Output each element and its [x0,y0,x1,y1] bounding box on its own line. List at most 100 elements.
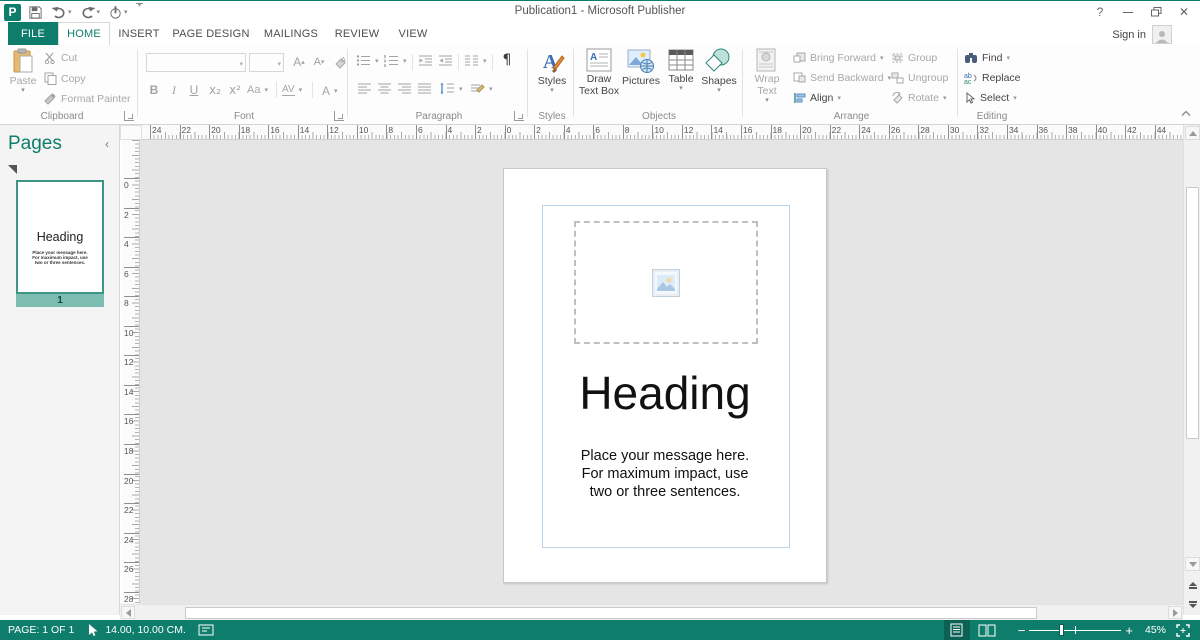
collapse-ribbon-button[interactable] [1181,108,1191,120]
next-page-button[interactable] [1185,596,1200,613]
page-thumbnail[interactable]: Heading Place your message here. For max… [16,180,104,294]
bullets-button[interactable]: ▾ [356,54,379,67]
cut-button[interactable]: Cut [44,52,77,64]
replace-button[interactable]: abac Replace [964,72,1021,84]
increase-indent-button[interactable] [436,53,454,69]
sign-in-button[interactable]: Sign in [1112,25,1172,44]
italic-button[interactable]: I [166,81,182,99]
special-characters-button[interactable]: ¶ [498,51,516,69]
horizontal-scroll-thumb[interactable] [185,607,1037,619]
body-text-box[interactable]: Place your message here. For maximum imp… [504,447,826,501]
align-dropdown: ▾ [837,94,841,102]
find-dropdown: ▾ [1006,54,1010,62]
paragraph-dialog-launcher[interactable] [514,111,524,121]
pictures-button[interactable]: Pictures [621,48,661,87]
character-spacing-button[interactable]: AV▾ [282,84,302,96]
tab-page-design[interactable]: PAGE DESIGN [168,22,254,45]
group-button[interactable]: Group [891,52,937,64]
restore-button[interactable] [1142,2,1170,22]
tab-insert[interactable]: INSERT [113,22,165,45]
collapse-pane-button[interactable]: ‹ [105,137,109,151]
scroll-left-button[interactable] [121,606,135,619]
restore-icon [1151,7,1162,17]
ungroup-button[interactable]: Ungroup [891,72,948,84]
rotate-button[interactable]: Rotate ▾ [891,92,946,104]
scroll-right-button[interactable] [1168,606,1182,619]
tab-file[interactable]: FILE [8,22,58,45]
help-button[interactable]: ? [1086,2,1114,22]
font-color-button[interactable]: A▾ [322,84,338,98]
h-ruler-label: 8 [625,125,630,135]
superscript-button[interactable]: x² [226,81,244,99]
bold-button[interactable]: B [146,81,162,99]
zoom-slider-thumb[interactable] [1059,624,1064,636]
single-page-view-button[interactable] [944,620,970,640]
wrap-text-button[interactable]: Wrap Text ▾ [748,48,786,104]
vertical-scroll-thumb[interactable] [1186,187,1199,439]
fit-page-button[interactable] [1176,624,1190,637]
subscript-button[interactable]: x₂ [206,81,224,99]
table-button[interactable]: Table ▾ [663,48,699,92]
tab-home[interactable]: HOME [58,22,110,45]
change-case-button[interactable]: Aa▾ [247,84,268,96]
styles-button[interactable]: A Styles ▾ [534,48,570,94]
heading-text-box[interactable]: Heading [504,366,826,420]
h-ruler-label: 8 [388,125,393,135]
page-indicator[interactable]: PAGE: 1 OF 1 [8,624,74,636]
pane-sort-triangle[interactable] [8,165,17,174]
select-label: Select [980,92,1009,104]
picture-placeholder[interactable] [574,221,758,344]
minimize-button[interactable] [1114,2,1142,22]
page-number-badge[interactable]: 1 [16,294,104,307]
paragraph-shading-button[interactable]: ▾ [470,82,493,95]
tab-view[interactable]: VIEW [390,22,436,45]
zoom-in-button[interactable]: + [1125,623,1133,638]
align-right-button[interactable] [396,81,414,97]
tab-mailings[interactable]: MAILINGS [258,22,324,45]
picture-placeholder-icon[interactable] [652,269,680,297]
columns-button[interactable]: ▾ [464,54,487,67]
format-painter-button[interactable]: Format Painter [44,92,130,105]
bring-forward-button[interactable]: Bring Forward ▾ [793,52,883,64]
previous-page-button[interactable] [1185,577,1200,594]
ribbon-group-editing: Find ▾ abac Replace Select ▾ Editing [960,45,1024,124]
horizontal-scrollbar[interactable] [120,604,1183,620]
align-center-button[interactable] [376,81,394,97]
numbering-button[interactable]: ▾ [384,54,407,67]
line-spacing-button[interactable]: ▾ [440,82,463,95]
scroll-down-button[interactable] [1185,557,1200,571]
two-page-view-button[interactable] [974,620,1000,640]
scroll-up-button[interactable] [1185,126,1200,140]
underline-button[interactable]: U [186,81,202,99]
draw-text-box-button[interactable]: A Draw Text Box [577,48,621,97]
zoom-slider[interactable] [1029,620,1121,640]
font-dialog-launcher[interactable] [334,111,344,121]
decrease-indent-button[interactable] [416,53,434,69]
select-button[interactable]: Select ▾ [964,92,1017,104]
object-size-icon[interactable] [198,624,214,636]
zoom-level[interactable]: 45% [1145,624,1166,636]
vertical-scrollbar[interactable] [1183,125,1200,615]
tab-review[interactable]: REVIEW [328,22,386,45]
clipboard-dialog-launcher[interactable] [124,111,134,121]
font-name-combobox[interactable]: ▾ [146,53,246,72]
document-canvas[interactable]: Heading Place your message here. For max… [140,140,1183,604]
publication-page[interactable]: Heading Place your message here. For max… [503,168,827,583]
copy-button[interactable]: Copy [44,72,86,85]
align-left-icon [358,83,372,95]
shapes-button[interactable]: Shapes ▾ [699,48,739,94]
zoom-out-button[interactable]: − [1018,623,1026,638]
align-button[interactable]: Align ▾ [793,92,841,104]
justify-button[interactable] [416,81,434,97]
find-button[interactable]: Find ▾ [964,52,1010,64]
close-button[interactable]: ✕ [1170,2,1198,22]
grow-font-button[interactable]: A▴ [290,53,308,71]
body-line: two or three sentences. [504,483,826,501]
align-left-button[interactable] [356,81,374,97]
send-backward-button[interactable]: Send Backward ▾ [793,72,891,84]
shrink-font-button[interactable]: A▾ [310,53,328,71]
editing-group-label: Editing [960,111,1024,122]
wrap-text-label: Wrap Text [748,73,786,97]
paste-button[interactable]: Paste ▾ [6,48,40,94]
font-size-combobox[interactable]: ▾ [249,53,284,72]
